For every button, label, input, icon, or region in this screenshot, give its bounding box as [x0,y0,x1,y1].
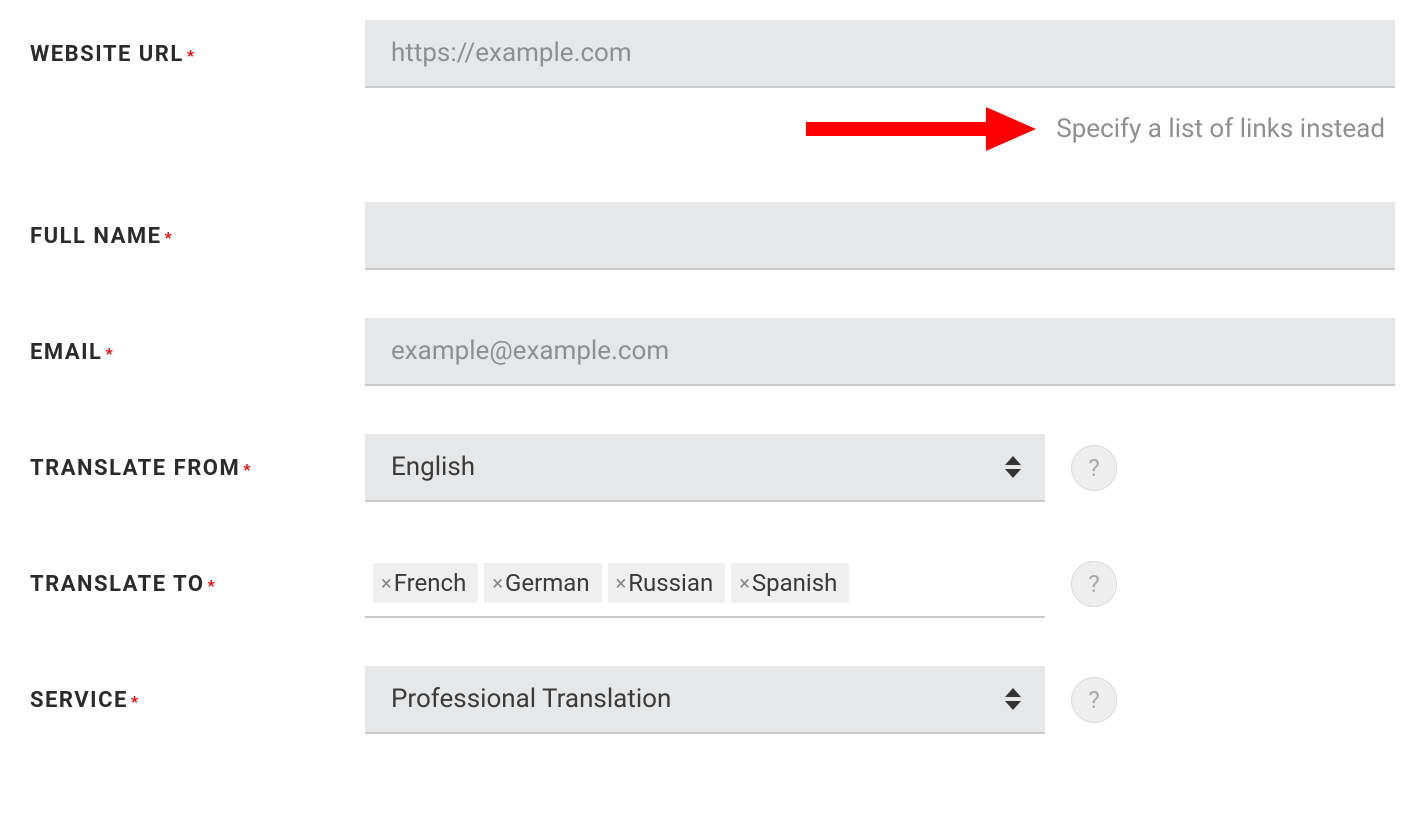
help-button-translate-to[interactable]: ? [1071,561,1117,607]
label-text-email: EMAIL [30,340,102,365]
label-text-full-name: FULL NAME [30,224,161,249]
remove-tag-icon[interactable]: × [492,571,503,595]
service-select[interactable]: Professional Translation [365,666,1045,734]
tag-label: French [394,569,467,597]
tag-item: ×German [484,563,601,603]
tag-item: ×French [373,563,478,603]
arrow-up-icon [1005,456,1021,465]
label-translate-from: TRANSLATE FROM* [30,456,365,481]
input-col-email [365,318,1395,386]
row-full-name: FULL NAME* [30,202,1400,270]
label-website-url: WEBSITE URL* [30,42,365,67]
remove-tag-icon[interactable]: × [381,571,392,595]
input-col-full-name [365,202,1395,270]
arrow-up-icon [1005,688,1021,697]
label-email: EMAIL* [30,340,365,365]
label-full-name: FULL NAME* [30,224,365,249]
website-url-input[interactable] [365,20,1395,88]
select-arrows-icon [1005,456,1021,478]
required-marker: * [208,576,215,595]
translate-to-tags-input[interactable]: ×French ×German ×Russian ×Spanish [365,550,1045,618]
help-button-translate-from[interactable]: ? [1071,445,1117,491]
translate-from-select[interactable]: English [365,434,1045,502]
required-marker: * [164,228,171,247]
help-icon: ? [1088,454,1099,482]
label-service: SERVICE* [30,688,365,713]
required-marker: * [243,460,250,479]
email-input[interactable] [365,318,1395,386]
row-translate-from: TRANSLATE FROM* English ? [30,434,1400,502]
remove-tag-icon[interactable]: × [616,571,627,595]
input-col-translate-to: ×French ×German ×Russian ×Spanish ? [365,550,1395,618]
specify-list-link[interactable]: Specify a list of links instead [1056,114,1385,144]
input-col-website-url [365,20,1395,88]
row-service: SERVICE* Professional Translation ? [30,666,1400,734]
translate-from-value: English [391,452,475,482]
label-text-service: SERVICE [30,688,128,713]
help-icon: ? [1088,570,1099,598]
label-translate-to: TRANSLATE TO* [30,572,365,597]
tag-label: German [505,569,590,597]
row-website-url: WEBSITE URL* [30,20,1400,88]
row-specify-link: Specify a list of links instead [30,104,1400,154]
select-arrows-icon [1005,688,1021,710]
arrow-icon [806,104,1036,154]
service-value: Professional Translation [391,684,671,714]
required-marker: * [105,344,112,363]
tag-label: Russian [628,569,713,597]
select-wrap-translate-from: English [365,434,1045,502]
row-email: EMAIL* [30,318,1400,386]
tag-item: ×Spanish [731,563,849,603]
required-marker: * [187,46,194,65]
label-text-website-url: WEBSITE URL [30,42,184,67]
required-marker: * [131,692,138,711]
input-col-translate-from: English ? [365,434,1395,502]
row-translate-to: TRANSLATE TO* ×French ×German ×Russian ×… [30,550,1400,618]
full-name-input[interactable] [365,202,1395,270]
select-wrap-service: Professional Translation [365,666,1045,734]
label-text-translate-to: TRANSLATE TO [30,572,205,597]
arrow-down-icon [1005,469,1021,478]
tag-item: ×Russian [608,563,726,603]
label-text-translate-from: TRANSLATE FROM [30,456,240,481]
remove-tag-icon[interactable]: × [739,571,750,595]
help-button-service[interactable]: ? [1071,677,1117,723]
arrow-down-icon [1005,701,1021,710]
help-icon: ? [1088,686,1099,714]
link-area: Specify a list of links instead [365,104,1395,154]
input-col-service: Professional Translation ? [365,666,1395,734]
tag-label: Spanish [752,569,837,597]
